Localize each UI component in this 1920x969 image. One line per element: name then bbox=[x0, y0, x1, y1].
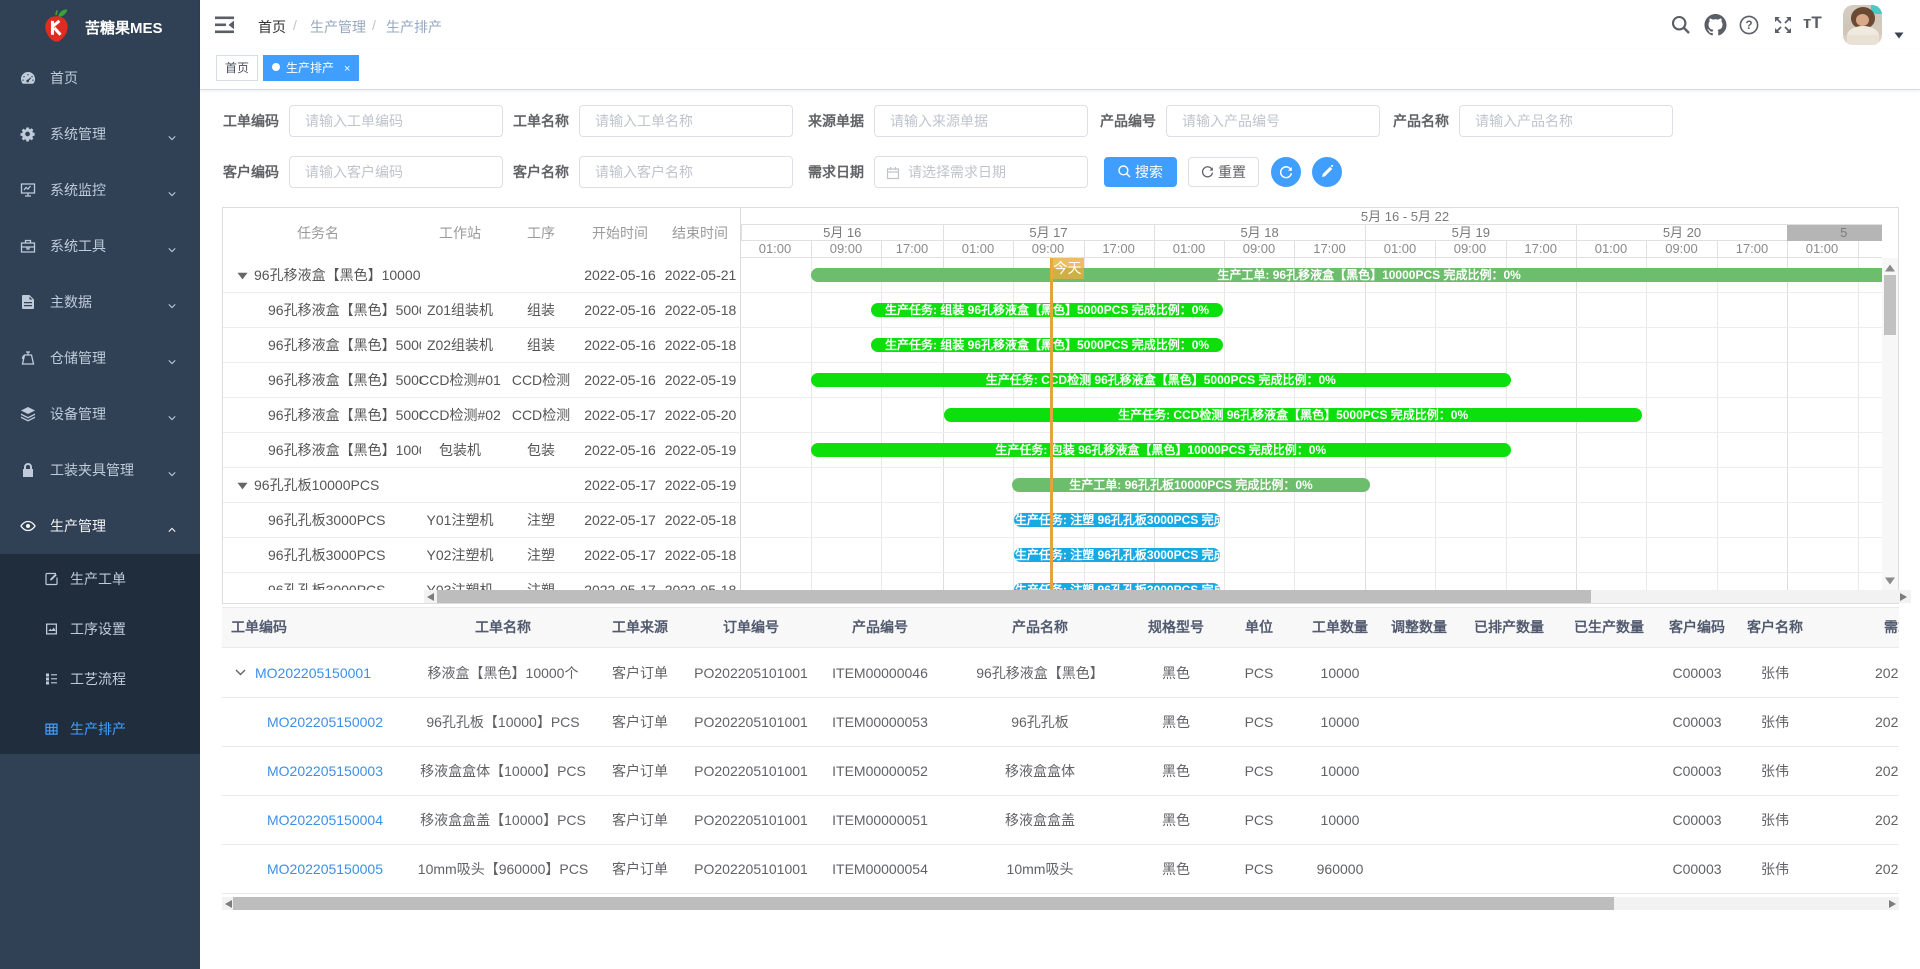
svg-text:?: ? bbox=[1745, 20, 1752, 32]
